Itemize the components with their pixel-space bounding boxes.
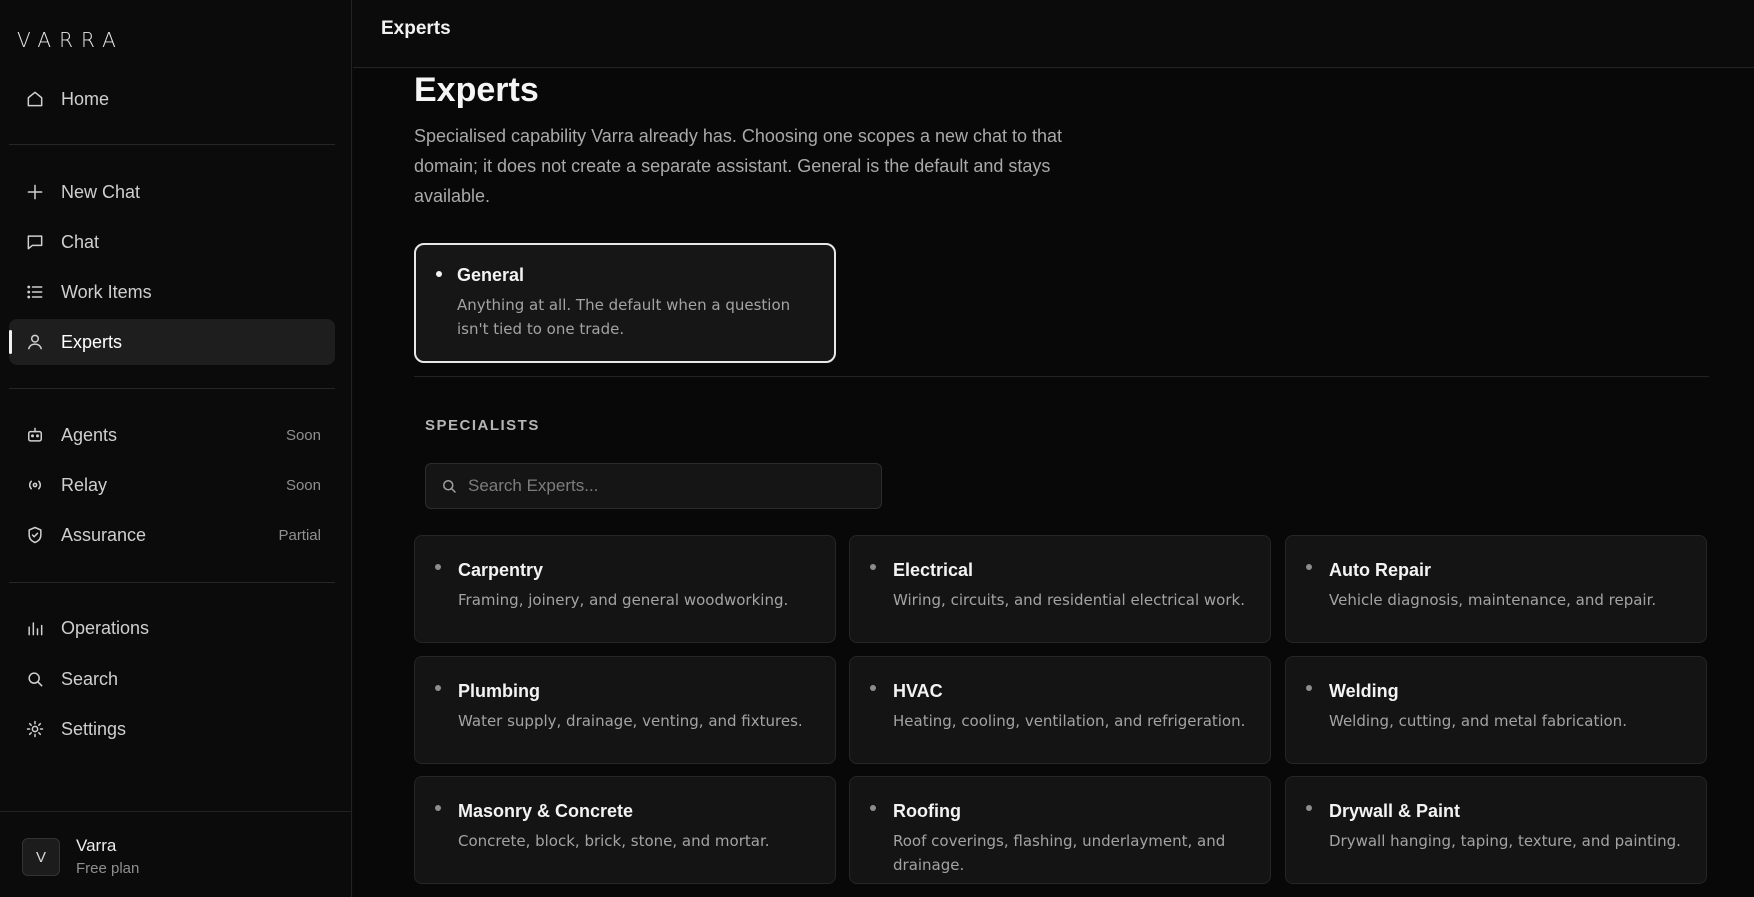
page-title: Experts (414, 71, 539, 109)
expert-card-description: Vehicle diagnosis, maintenance, and repa… (1329, 591, 1657, 609)
expert-card-electrical[interactable]: Electrical Wiring, circuits, and residen… (849, 535, 1271, 643)
sidebar-item-label: Experts (61, 331, 123, 352)
sidebar-divider (9, 388, 335, 389)
avatar[interactable]: V (22, 838, 60, 876)
expert-card-drywall-paint[interactable]: Drywall & Paint Drywall hanging, taping,… (1285, 776, 1707, 884)
expert-card-description: Welding, cutting, and metal fabrication. (1329, 712, 1627, 730)
section-divider (414, 376, 1709, 377)
expert-card-carpentry[interactable]: Carpentry Framing, joinery, and general … (414, 535, 836, 643)
sidebar-item-assurance[interactable]: Assurance Partial (9, 512, 335, 558)
expert-card-description: Roof coverings, flashing, underlayment, … (893, 832, 1226, 874)
expert-card-title: Carpentry (458, 560, 544, 580)
expert-card-description: Heating, cooling, ventilation, and refri… (893, 712, 1246, 730)
expert-card-title: Auto Repair (1329, 560, 1432, 580)
sidebar-item-label: New Chat (61, 181, 141, 202)
page-description: Specialised capability Varra already has… (414, 126, 1063, 206)
account-plan: Free plan (76, 860, 140, 877)
sidebar-divider (9, 144, 335, 145)
expert-card-general[interactable]: General Anything at all. The default whe… (414, 243, 836, 363)
sidebar-item-label: Assurance (61, 524, 147, 545)
sidebar-divider (9, 582, 335, 583)
sidebar-item-agents[interactable]: Agents Soon (9, 412, 335, 458)
sidebar-item-home[interactable]: Home (9, 76, 335, 122)
sidebar-item-label: Chat (61, 231, 100, 252)
dot-icon (870, 564, 876, 570)
shield-icon (24, 524, 46, 546)
dot-icon (870, 805, 876, 811)
expert-card-title: General (457, 265, 525, 285)
expert-card-description: Framing, joinery, and general woodworkin… (458, 591, 789, 609)
sidebar-item-experts[interactable]: Experts (9, 319, 335, 365)
sidebar-item-label: Agents (61, 424, 118, 445)
expert-card-welding[interactable]: Welding Welding, cutting, and metal fabr… (1285, 656, 1707, 764)
chat-icon (24, 231, 46, 253)
expert-card-plumbing[interactable]: Plumbing Water supply, drainage, venting… (414, 656, 836, 764)
expert-card-title: Masonry & Concrete (458, 801, 634, 821)
expert-card-title: HVAC (893, 681, 943, 701)
expert-card-description: Anything at all. The default when a ques… (457, 296, 791, 338)
search-icon (440, 477, 458, 495)
topbar-title: Experts (381, 18, 451, 39)
dot-icon (435, 564, 441, 570)
user-icon (24, 331, 46, 353)
account-name: Varra (76, 836, 117, 855)
expert-card-description: Concrete, block, brick, stone, and morta… (458, 832, 770, 850)
section-label-specialists: SPECIALISTS (425, 417, 540, 434)
expert-card-title: Roofing (893, 801, 961, 821)
list-icon (24, 281, 46, 303)
top-bar: Experts (353, 0, 1754, 68)
expert-card-description: Wiring, circuits, and residential electr… (893, 591, 1245, 609)
expert-card-auto-repair[interactable]: Auto Repair Vehicle diagnosis, maintenan… (1285, 535, 1707, 643)
status-badge: Soon (285, 476, 321, 494)
sidebar-item-label: Work Items (61, 281, 152, 302)
dot-icon (1306, 685, 1312, 691)
bar-chart-icon (24, 617, 46, 639)
sidebar-item-label: Operations (61, 617, 150, 638)
expert-card-title: Welding (1329, 681, 1399, 701)
dot-icon (435, 805, 441, 811)
sidebar-item-search[interactable]: Search (9, 656, 335, 702)
sidebar-item-work-items[interactable]: Work Items (9, 269, 335, 315)
home-icon (24, 88, 46, 110)
dot-icon (870, 685, 876, 691)
sidebar-item-new-chat[interactable]: New Chat (9, 169, 335, 215)
sidebar-item-operations[interactable]: Operations (9, 605, 335, 651)
dot-icon (1306, 564, 1312, 570)
status-badge: Partial (278, 526, 321, 544)
search-input[interactable] (468, 476, 868, 496)
dot-icon (1306, 805, 1312, 811)
plus-icon (24, 181, 46, 203)
sidebar-item-label: Settings (61, 718, 127, 739)
expert-card-description: Water supply, drainage, venting, and fix… (458, 712, 803, 730)
expert-card-masonry-concrete[interactable]: Masonry & Concrete Concrete, block, bric… (414, 776, 836, 884)
sidebar-item-label: Relay (61, 474, 108, 495)
expert-card-title: Electrical (893, 560, 974, 580)
expert-card-description: Drywall hanging, taping, texture, and pa… (1329, 832, 1681, 850)
expert-card-title: Plumbing (458, 681, 540, 701)
status-badge: Soon (285, 426, 321, 444)
expert-card-hvac[interactable]: HVAC Heating, cooling, ventilation, and … (849, 656, 1271, 764)
sidebar-item-label: Home (61, 88, 110, 109)
main-content: Experts Specialised capability Varra alr… (353, 69, 1754, 897)
account-menu[interactable]: V Varra Free plan (0, 811, 352, 897)
app-logo[interactable]: VARRA (17, 28, 124, 52)
expert-card-title: Drywall & Paint (1329, 801, 1461, 821)
robot-icon (24, 424, 46, 446)
sidebar-item-label: Search (61, 668, 119, 689)
sidebar-item-settings[interactable]: Settings (9, 706, 335, 752)
expert-search[interactable] (425, 463, 882, 509)
sidebar: VARRA Home New Chat Chat Work Items Expe… (0, 0, 352, 897)
sidebar-item-chat[interactable]: Chat (9, 219, 335, 265)
broadcast-icon (24, 474, 46, 496)
expert-card-roofing[interactable]: Roofing Roof coverings, flashing, underl… (849, 776, 1271, 884)
gear-icon (24, 718, 46, 740)
search-icon (24, 668, 46, 690)
selected-dot-icon (436, 271, 442, 277)
sidebar-item-relay[interactable]: Relay Soon (9, 462, 335, 508)
dot-icon (435, 685, 441, 691)
